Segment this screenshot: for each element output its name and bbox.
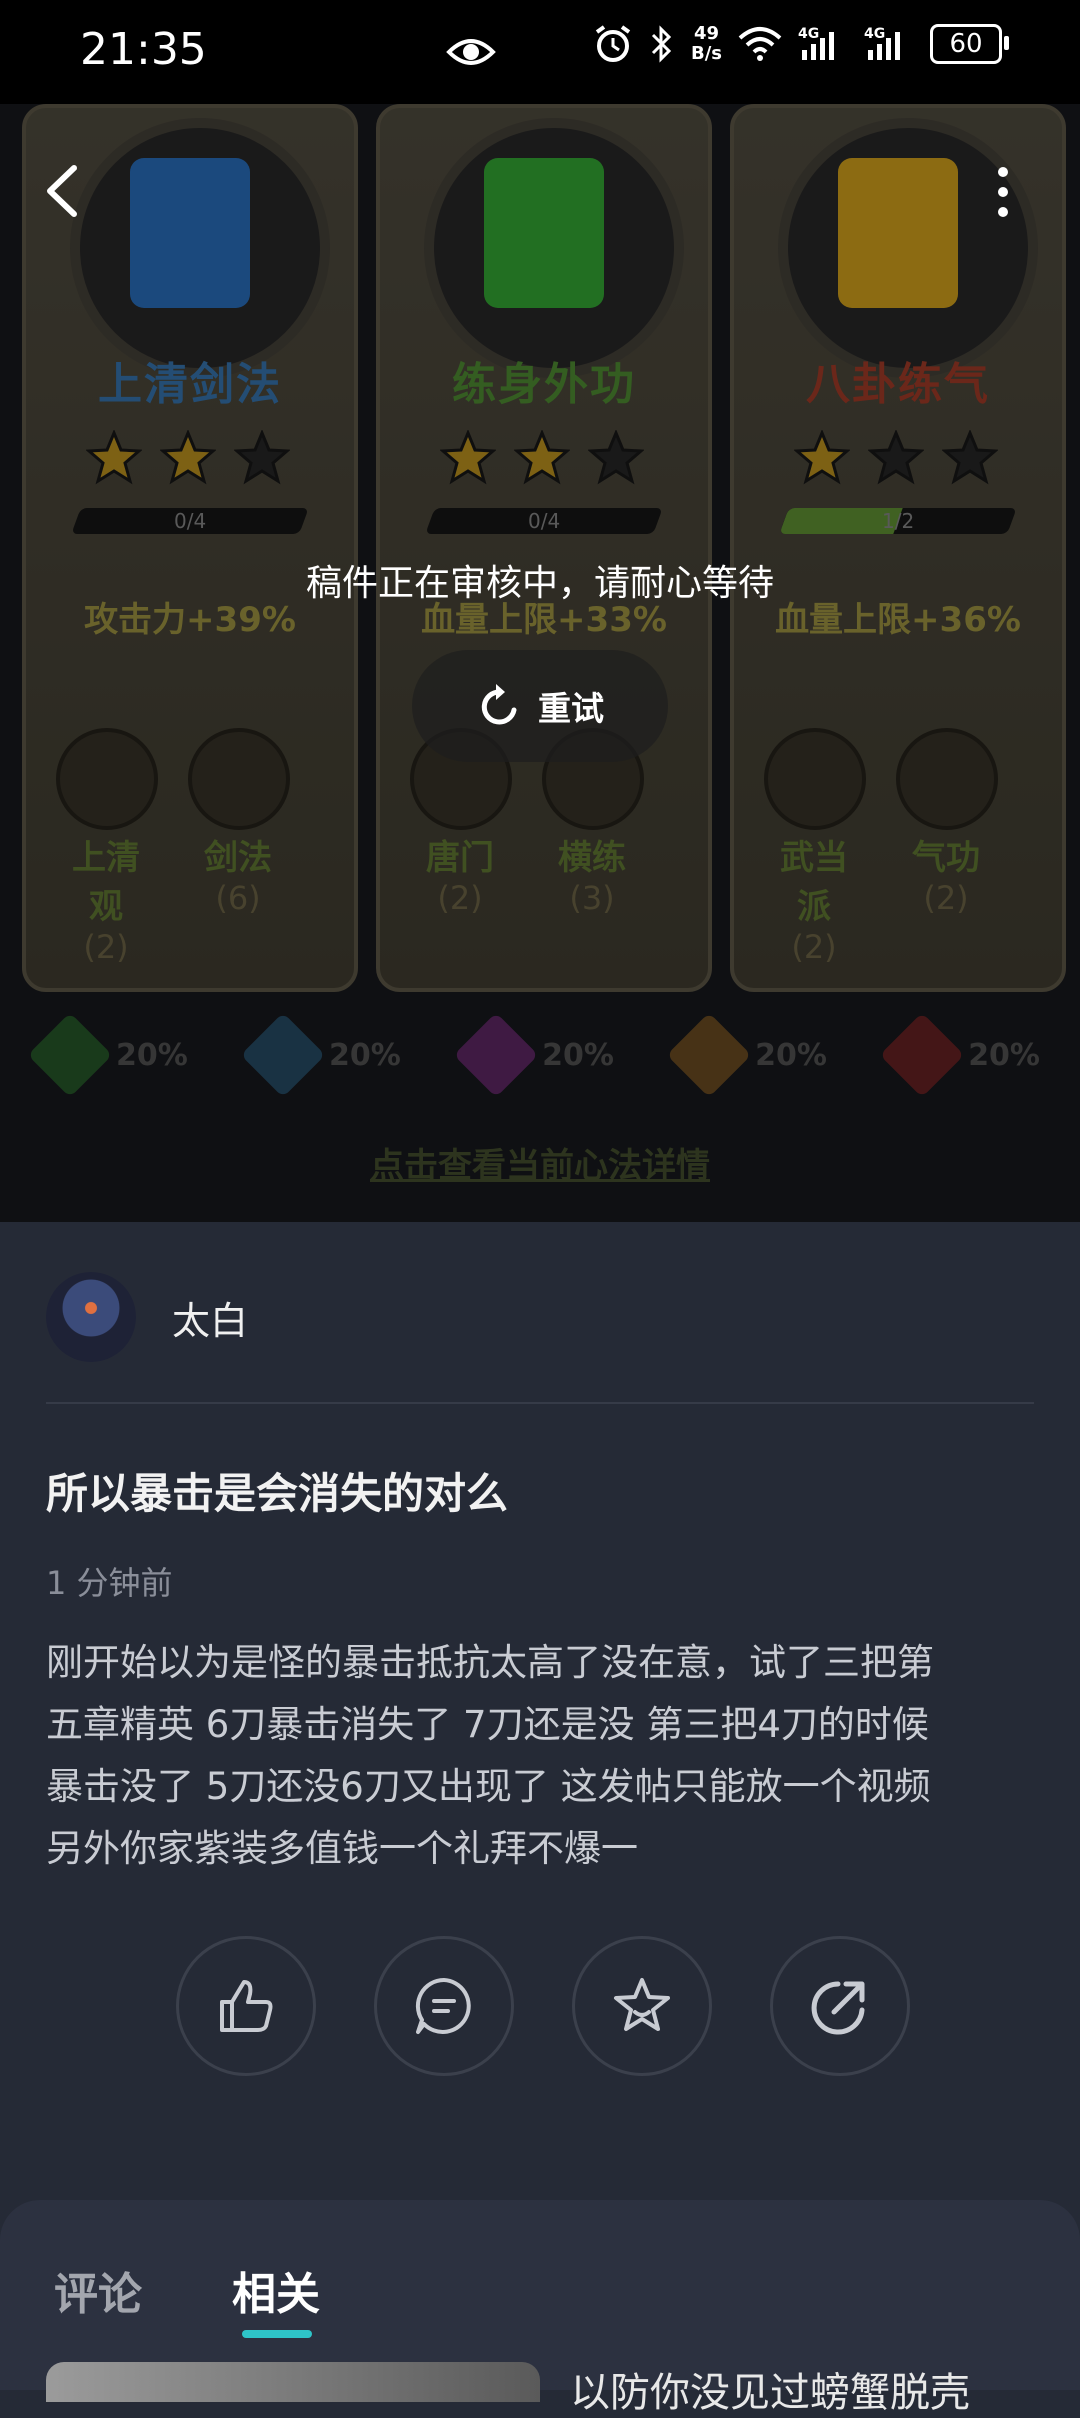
- tab-related[interactable]: 相关: [232, 2258, 320, 2322]
- like-button[interactable]: [176, 1936, 316, 2076]
- battery-indicator: 60: [930, 24, 1009, 64]
- post-timestamp: 1 分钟前: [46, 1564, 173, 1602]
- net-speed-value: 49: [693, 23, 720, 44]
- status-time: 21:35: [80, 24, 207, 75]
- tab-bar: 评论 相关 以防你没见过螃蟹脱壳: [0, 2200, 1080, 2416]
- post-body-line: 刚开始以为是怪的暴击抵抗太高了没在意，试了三把第: [46, 1641, 934, 1684]
- network-speed: 49 B/s: [691, 24, 722, 64]
- avatar[interactable]: [46, 1272, 136, 1362]
- active-tab-indicator: [242, 2330, 312, 2338]
- author-name[interactable]: 太白: [172, 1290, 248, 1345]
- tab-comments[interactable]: 评论: [54, 2258, 142, 2322]
- svg-text:4G: 4G: [864, 26, 885, 42]
- status-icons: 49 B/s 4G 4G 60: [593, 24, 1009, 64]
- comment-button[interactable]: [374, 1936, 514, 2076]
- post-body-line: 另外你家紫装多值钱一个礼拜不爆一: [46, 1827, 638, 1870]
- star-icon: [614, 1978, 670, 2031]
- share-icon: [811, 1981, 865, 2035]
- post-body-line: 暴击没了 5刀还没6刀又出现了 这发帖只能放一个视频: [46, 1765, 931, 1808]
- comment-icon: [415, 1977, 471, 2034]
- share-button[interactable]: [770, 1936, 910, 2076]
- post-content: 太白 所以暴击是会消失的对么 1 分钟前 刚开始以为是怪的暴击抵抗太高了没在意，…: [0, 1222, 1080, 2200]
- action-bar: [176, 1936, 910, 2076]
- post-body: 刚开始以为是怪的暴击抵抗太高了没在意，试了三把第 五章精英 6刀暴击消失了 7刀…: [46, 1632, 1036, 1880]
- video-player[interactable]: 上清剑法 0/4 攻击力+39% 上清观 (2) 剑法 (6) 练身外功 0/4 血量上限+33%…: [0, 104, 1080, 1222]
- eye-icon: [446, 39, 496, 65]
- post-title: 所以暴击是会消失的对么: [46, 1469, 509, 1518]
- back-icon[interactable]: [40, 162, 84, 220]
- status-bar: 21:35 49 B/s 4G 4G 60: [0, 0, 1080, 104]
- 4g-signal-icon: 4G: [798, 26, 834, 60]
- divider: [46, 1402, 1034, 1404]
- post-body-line: 五章精英 6刀暴击消失了 7刀还是没 第三把4刀的时候: [46, 1703, 929, 1746]
- svg-text:4G: 4G: [798, 26, 819, 42]
- related-item-thumbnail[interactable]: [46, 2362, 540, 2402]
- alarm-icon: [595, 25, 631, 62]
- author-row[interactable]: 太白: [46, 1272, 248, 1362]
- retry-button[interactable]: 重试: [412, 650, 668, 762]
- wifi-icon: [738, 27, 782, 61]
- 4g-signal-icon: 4G: [864, 26, 900, 60]
- net-speed-unit: B/s: [690, 43, 722, 64]
- favorite-button[interactable]: [572, 1936, 712, 2076]
- review-status-message: 稿件正在审核中，请耐心等待: [305, 563, 774, 604]
- battery-level: 60: [949, 29, 983, 59]
- related-item-title[interactable]: 以防你没见过螃蟹脱壳: [570, 2360, 970, 2418]
- refresh-icon: [481, 684, 517, 725]
- retry-label: 重试: [538, 689, 604, 728]
- bluetooth-icon: [651, 25, 672, 63]
- more-options-icon[interactable]: [988, 164, 1018, 220]
- thumbs-up-icon: [220, 1980, 273, 2032]
